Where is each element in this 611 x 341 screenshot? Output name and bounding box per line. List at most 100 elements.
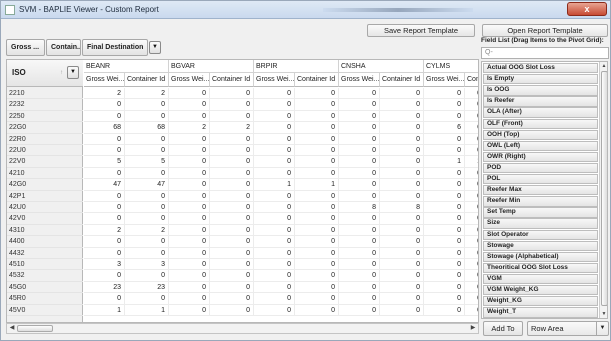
- row-label[interactable]: 4400: [7, 236, 83, 248]
- row-label[interactable]: 45G0: [7, 282, 83, 294]
- field-list-item[interactable]: POD: [483, 162, 598, 174]
- area-select[interactable]: Row Area ▼: [527, 321, 609, 336]
- row-label[interactable]: 22R0: [7, 134, 83, 145]
- grid-cell: 0: [125, 202, 169, 214]
- field-list-item[interactable]: OOH (Top): [483, 129, 598, 140]
- field-list-item[interactable]: Is Reefer: [483, 96, 598, 107]
- field-list-item[interactable]: Stowage (Alphabetical): [483, 251, 598, 263]
- filter-chip-final-destination[interactable]: Final Destination: [82, 39, 148, 56]
- grid-cell: 0: [125, 167, 169, 180]
- vertical-scroll-thumb[interactable]: [601, 71, 607, 306]
- row-label[interactable]: 4532: [7, 270, 83, 282]
- field-list-scrollbar[interactable]: ▲ ▼: [599, 62, 607, 318]
- column-header[interactable]: Container Id: [295, 73, 339, 87]
- row-label[interactable]: 4210: [7, 168, 83, 180]
- grid-cell: 0: [424, 110, 465, 123]
- column-group-header[interactable]: BRPIR: [254, 60, 339, 73]
- final-destination-dropdown-button[interactable]: ▼: [149, 41, 161, 54]
- field-list-item[interactable]: Set Temp: [483, 207, 598, 218]
- field-list-item[interactable]: OWR (Right): [483, 151, 598, 163]
- row-label[interactable]: 2232: [7, 99, 83, 111]
- horizontal-scrollbar[interactable]: ◀ ▶: [6, 323, 479, 334]
- iso-row-header[interactable]: ISO ↑ ▼: [7, 60, 83, 87]
- grid-cell: 0: [169, 156, 210, 168]
- row-label[interactable]: 42P1: [7, 191, 83, 202]
- open-report-template-button[interactable]: Open Report Template: [482, 24, 608, 37]
- field-list-item[interactable]: OWL (Left): [483, 140, 598, 152]
- column-header[interactable]: Container Id: [125, 73, 169, 87]
- field-list-item[interactable]: Reefer Max: [483, 185, 598, 196]
- column-group-header[interactable]: CYLMS: [424, 60, 478, 73]
- field-list-item[interactable]: Is Empty: [483, 74, 598, 85]
- column-group-header[interactable]: BEANR: [84, 60, 169, 73]
- field-list-item[interactable]: Weight_KG: [483, 296, 598, 307]
- row-label[interactable]: 4510: [7, 259, 83, 271]
- grid-cell: 0: [339, 110, 380, 123]
- grid-cell: 0: [339, 213, 380, 225]
- field-list-item[interactable]: VGM: [483, 273, 598, 285]
- row-label[interactable]: 45R0: [7, 293, 83, 305]
- row-label[interactable]: 22G0: [7, 122, 83, 134]
- field-list-item[interactable]: Size: [483, 218, 598, 229]
- row-label[interactable]: 22U0: [7, 145, 83, 157]
- add-to-button[interactable]: Add To: [483, 321, 523, 336]
- scroll-down-icon[interactable]: ▼: [600, 310, 607, 318]
- iso-dropdown-button[interactable]: ▼: [67, 66, 79, 79]
- field-list-item[interactable]: Slot Operator: [483, 229, 598, 240]
- grid-cell: 0: [465, 99, 478, 111]
- field-list-item[interactable]: Stowage: [483, 240, 598, 251]
- grid-cell: 0: [380, 122, 424, 134]
- grid-cell: 0: [339, 224, 380, 237]
- field-list-item[interactable]: Is OOG: [483, 85, 598, 96]
- grid-cell: 0: [210, 259, 254, 271]
- column-header[interactable]: Gross Wei...: [424, 73, 465, 87]
- save-report-template-button[interactable]: Save Report Template: [367, 24, 475, 37]
- grid-cell: 0: [169, 190, 210, 202]
- field-list-item[interactable]: VGM Weight_KG: [483, 285, 598, 296]
- row-label[interactable]: 2210: [7, 88, 83, 100]
- field-list-item[interactable]: POL: [483, 174, 598, 185]
- column-group-header[interactable]: BGVAR: [169, 60, 254, 73]
- row-label[interactable]: 4310: [7, 225, 83, 237]
- iso-header-label: ISO: [12, 68, 26, 77]
- close-button[interactable]: x: [567, 2, 607, 16]
- column-header[interactable]: Gross Wei...: [84, 73, 125, 87]
- row-label[interactable]: 2250: [7, 111, 83, 123]
- row-label[interactable]: 42U0: [7, 202, 83, 214]
- filter-chip-container-id[interactable]: Contain...: [46, 39, 81, 56]
- row-label[interactable]: 42G0: [7, 179, 83, 191]
- field-list-item[interactable]: OLA (After): [483, 107, 598, 118]
- field-list-label: Field List (Drag Items to the Pivot Grid…: [481, 37, 604, 44]
- horizontal-scroll-thumb[interactable]: [17, 325, 53, 332]
- field-list-item[interactable]: Weight_T: [483, 307, 598, 318]
- grid-cell: 0: [169, 167, 210, 180]
- grid-cell: 0: [125, 293, 169, 305]
- field-list-item[interactable]: Theoritical OOG Slot Loss: [483, 262, 598, 274]
- grid-cell: 0: [210, 293, 254, 305]
- chevron-down-icon[interactable]: ▼: [596, 322, 608, 335]
- scroll-left-icon[interactable]: ◀: [7, 324, 17, 333]
- field-list-item[interactable]: OLF (Front): [483, 118, 598, 129]
- row-label[interactable]: 42V0: [7, 213, 83, 225]
- field-search-input[interactable]: Q-: [481, 47, 609, 59]
- column-header[interactable]: Gross Wei...: [169, 73, 210, 87]
- grid-cell: 0: [295, 133, 339, 145]
- grid-cell: 0: [169, 293, 210, 305]
- scroll-up-icon[interactable]: ▲: [600, 62, 607, 70]
- field-list-item[interactable]: Actual OOG Slot Loss: [483, 63, 598, 74]
- row-label[interactable]: 4432: [7, 248, 83, 259]
- scroll-right-icon[interactable]: ▶: [468, 324, 478, 333]
- filter-chip-gross-weight[interactable]: Gross ...: [6, 39, 45, 56]
- grid-cell: 0: [169, 247, 210, 259]
- column-header[interactable]: Gross Wei...: [254, 73, 295, 87]
- column-header[interactable]: Container Id: [380, 73, 424, 87]
- column-group-header[interactable]: CNSHA: [339, 60, 424, 73]
- row-label[interactable]: 22V0: [7, 156, 83, 168]
- column-header[interactable]: Conta: [465, 73, 478, 87]
- grid-cell: 0: [295, 202, 339, 214]
- field-list-item[interactable]: Reefer Min: [483, 196, 598, 207]
- column-header[interactable]: Container Id: [210, 73, 254, 87]
- grid-cell: 0: [169, 179, 210, 191]
- row-label[interactable]: 45V0: [7, 305, 83, 316]
- column-header[interactable]: Gross Wei...: [339, 73, 380, 87]
